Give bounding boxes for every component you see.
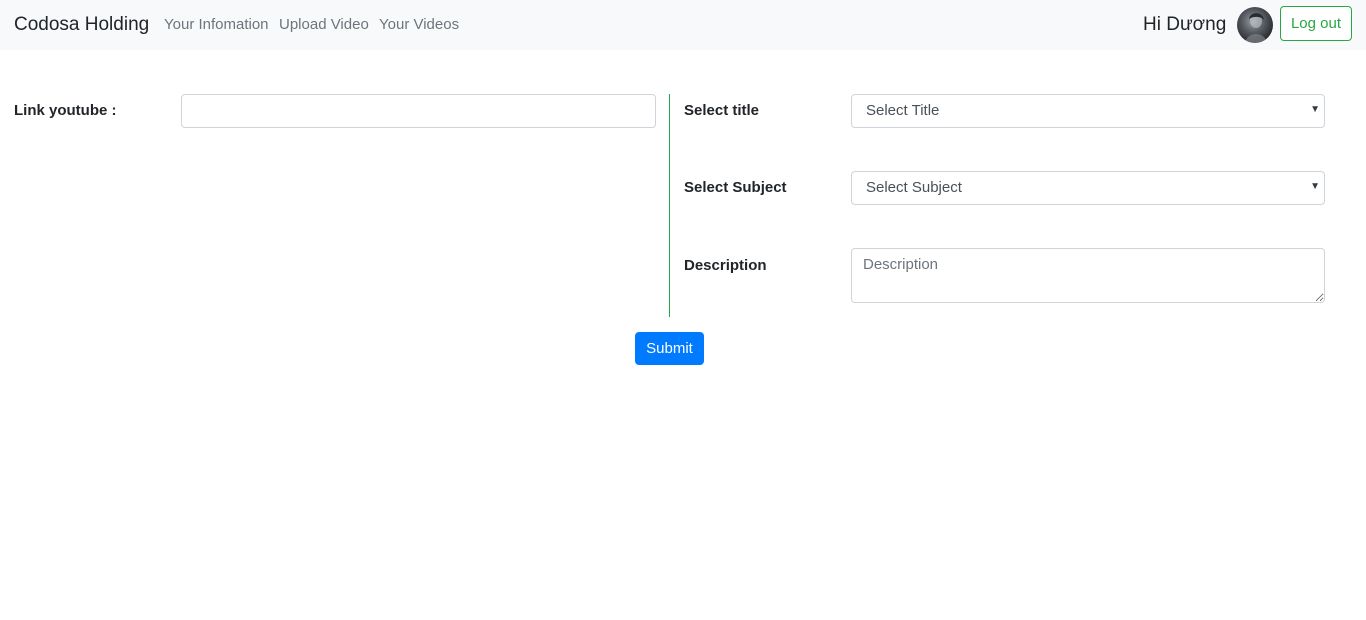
link-youtube-input[interactable] — [181, 94, 656, 128]
nav-link-upload-video[interactable]: Upload Video — [279, 16, 369, 34]
title-select-value: Select Title — [866, 102, 940, 119]
description-textarea[interactable] — [851, 248, 1325, 303]
subject-select[interactable]: Select Subject ▼ — [851, 171, 1325, 205]
brand-logo[interactable]: Codosa Holding — [14, 13, 149, 37]
avatar[interactable] — [1237, 7, 1273, 43]
description-label: Description — [684, 257, 767, 274]
nav-link-your-information[interactable]: Your Infomation — [164, 16, 269, 34]
column-divider — [669, 94, 670, 317]
nav-link-your-videos[interactable]: Your Videos — [379, 16, 459, 34]
user-greeting: Hi Dương — [1143, 14, 1227, 35]
title-select[interactable]: Select Title ▼ — [851, 94, 1325, 128]
select-subject-label: Select Subject — [684, 179, 787, 196]
user-photo-icon — [1245, 13, 1267, 43]
caret-down-icon: ▼ — [1310, 104, 1320, 115]
submit-button[interactable]: Submit — [635, 332, 704, 365]
caret-down-icon: ▼ — [1310, 181, 1320, 192]
subject-select-value: Select Subject — [866, 179, 962, 196]
select-title-label: Select title — [684, 102, 760, 119]
logout-button[interactable]: Log out — [1280, 6, 1352, 41]
navbar: Codosa Holding Your Infomation Upload Vi… — [0, 0, 1366, 50]
link-youtube-label: Link youtube : — [14, 102, 117, 119]
